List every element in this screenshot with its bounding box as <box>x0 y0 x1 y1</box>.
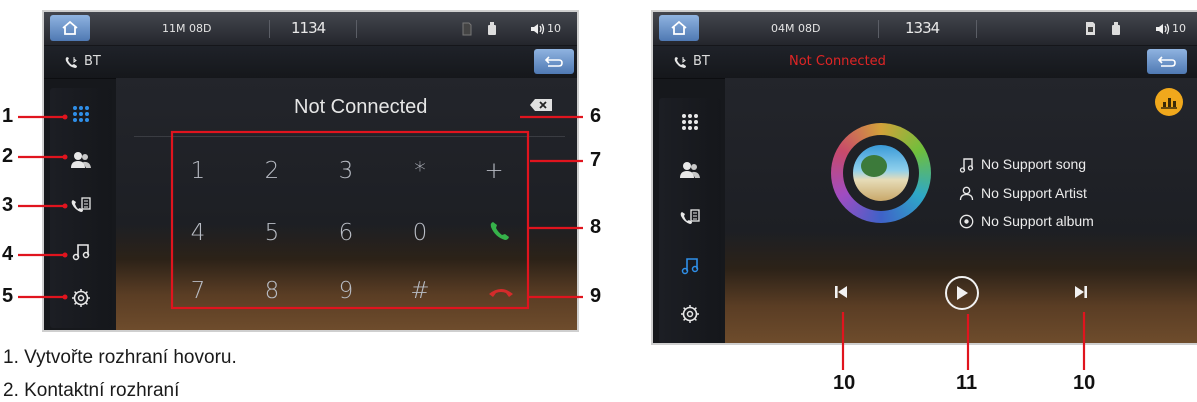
divider <box>878 20 879 38</box>
sd-card-icon <box>1086 22 1095 35</box>
callout-6: 6 <box>590 105 602 127</box>
sidebar-item-dialpad[interactable] <box>659 108 721 136</box>
sidebar-item-contacts[interactable] <box>659 156 721 184</box>
right-music-screen: 04M 08D 1334 10 BT Not Connected No Supp… <box>651 10 1197 345</box>
callout-5: 5 <box>2 285 14 307</box>
callout-3: 3 <box>2 194 14 216</box>
artist-icon <box>959 186 974 201</box>
song-title: No Support song <box>981 156 1087 172</box>
bt-bar: BT Not Connected <box>653 46 1197 79</box>
volume-level: 10 <box>1172 22 1186 35</box>
callout-lines-right <box>841 312 1086 370</box>
divider <box>976 20 977 38</box>
album-name: No Support album <box>981 213 1094 229</box>
sidebar-item-music[interactable] <box>659 252 721 280</box>
dialpad-icon <box>682 114 698 130</box>
usb-icon <box>1112 22 1120 35</box>
song-icon <box>959 158 974 173</box>
album-art-palm <box>861 155 887 177</box>
bluetooth-phone-icon <box>674 57 686 68</box>
callout-2: 2 <box>2 145 14 167</box>
callout-1: 1 <box>2 105 14 127</box>
call-log-icon <box>680 209 700 224</box>
home-icon <box>671 20 687 35</box>
music-note-icon <box>681 258 699 275</box>
volume-icon[interactable] <box>1155 22 1171 36</box>
callout-11: 11 <box>956 372 978 394</box>
caption-line-1: 1. Vytvořte rozhraní hovoru. <box>3 347 237 368</box>
contacts-icon <box>680 162 700 178</box>
home-button[interactable] <box>659 15 699 41</box>
bt-label: BT <box>693 54 710 69</box>
artist-name: No Support Artist <box>981 185 1087 201</box>
skip-next-icon <box>1075 286 1087 298</box>
callout-10-left: 10 <box>833 372 856 394</box>
equalizer-button[interactable] <box>1155 88 1183 116</box>
callout-10-right: 10 <box>1073 372 1096 394</box>
back-button[interactable] <box>1147 49 1187 74</box>
connection-status: Not Connected <box>789 54 886 69</box>
date-display: 04M 08D <box>771 22 821 35</box>
skip-previous-icon <box>835 286 847 298</box>
album-art-ring <box>831 123 931 223</box>
sidebar-item-call-log[interactable] <box>659 204 721 232</box>
album-art-image <box>853 145 909 201</box>
album-icon <box>959 214 974 229</box>
back-arrow-icon <box>1157 55 1176 67</box>
clock-display: 1334 <box>905 19 940 37</box>
callout-4: 4 <box>2 243 14 265</box>
status-bar: 04M 08D 1334 10 <box>653 12 1197 46</box>
play-icon <box>957 286 968 300</box>
callout-7: 7 <box>590 149 602 171</box>
equalizer-icon <box>1161 98 1177 109</box>
callout-8: 8 <box>590 216 602 238</box>
callout-lines-left <box>18 114 583 310</box>
